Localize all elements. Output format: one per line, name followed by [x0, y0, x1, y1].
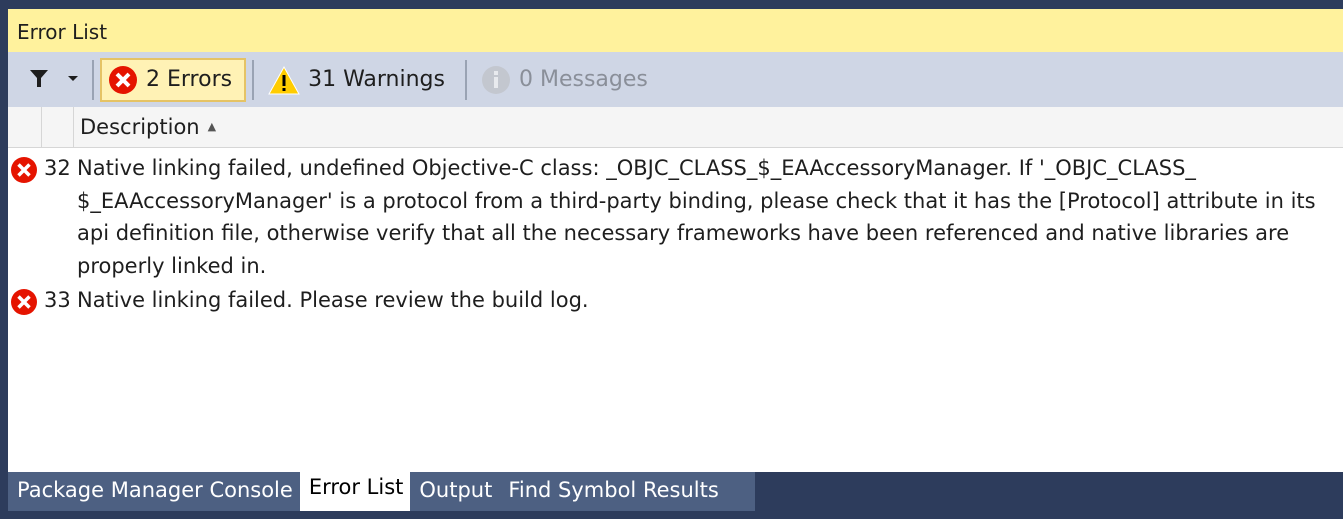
error-icon — [11, 157, 37, 183]
warnings-label: 31 Warnings — [308, 67, 445, 92]
table-row[interactable]: 32 Native linking failed, undefined Obje… — [8, 152, 1343, 282]
error-icon — [11, 289, 37, 315]
tab-strip: Package Manager Console Error List Outpu… — [8, 469, 726, 511]
messages-filter-button[interactable]: 0 Messages — [473, 58, 662, 102]
filter-icon — [30, 70, 78, 87]
tab-package-manager-console[interactable]: Package Manager Console — [8, 472, 300, 511]
panel-title: Error List — [8, 9, 1343, 52]
tab-output[interactable]: Output — [410, 472, 500, 511]
error-icon — [109, 65, 137, 94]
warning-icon — [268, 65, 300, 94]
column-divider[interactable] — [41, 107, 42, 148]
description-column-header[interactable]: Description ▲ — [80, 115, 216, 139]
separator — [92, 59, 94, 100]
description-header-label: Description — [80, 115, 200, 139]
error-description: Native linking failed, undefined Objecti… — [77, 156, 1316, 278]
filter-button[interactable] — [8, 52, 88, 107]
warnings-filter-button[interactable]: 31 Warnings — [260, 58, 459, 102]
sort-ascending-icon: ▲ — [207, 120, 217, 133]
toolbar: 2 Errors 31 Warnings 0 Messages — [8, 52, 1343, 107]
table-row[interactable]: 33 Native linking failed. Please review … — [8, 284, 1343, 317]
column-divider[interactable] — [73, 107, 74, 148]
errors-filter-button[interactable]: 2 Errors — [100, 57, 247, 102]
line-number: 32 — [44, 156, 71, 180]
error-description: Native linking failed. Please review the… — [77, 288, 589, 312]
separator — [252, 59, 255, 100]
tab-error-list[interactable]: Error List — [299, 469, 411, 511]
error-list-panel: Error List 2 Errors 31 Warnings 0 Messag… — [8, 9, 1343, 472]
errors-label: 2 Errors — [146, 67, 233, 92]
column-header-row: Description ▲ — [8, 107, 1343, 148]
separator — [464, 59, 467, 100]
line-number: 33 — [44, 288, 71, 312]
messages-label: 0 Messages — [518, 67, 648, 92]
tab-find-symbol-results[interactable]: Find Symbol Results — [499, 472, 726, 511]
info-icon — [481, 65, 510, 94]
